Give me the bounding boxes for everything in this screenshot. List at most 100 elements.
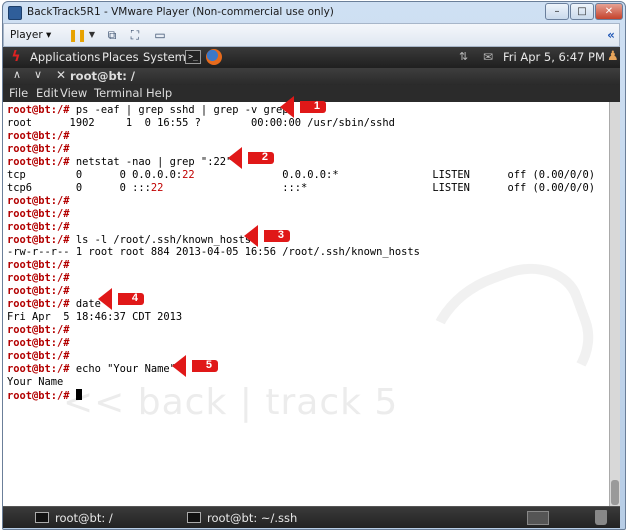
- annotation-number: 5: [205, 359, 212, 371]
- terminal-output-line: Your Name: [7, 375, 64, 388]
- annotation-arrow-2: 2: [228, 147, 274, 169]
- menu-file[interactable]: File: [9, 86, 28, 100]
- vmware-titlebar: BackTrack5R1 - VMware Player (Non-commer…: [3, 2, 625, 24]
- output-text: :::* LISTEN off (0.00/0/0): [163, 181, 596, 194]
- shell-command: ps -eaf | grep sshd | grep -v grep: [69, 104, 289, 116]
- menu-help[interactable]: Help: [146, 86, 172, 100]
- annotation-number: 1: [313, 100, 320, 112]
- terminal-prompt-line: root@bt:/#: [7, 272, 70, 285]
- port-number: 22: [150, 181, 164, 194]
- terminal-prompt-line: root@bt:/# netstat -nao | grep ":22": [7, 156, 232, 169]
- clock[interactable]: Fri Apr 5, 6:47 PM: [503, 50, 605, 64]
- text-cursor: [75, 388, 82, 400]
- shell-prompt: root@bt:/#: [7, 272, 70, 285]
- applications-menu[interactable]: Applications: [30, 50, 100, 64]
- terminal-prompt-line: root@bt:/#: [7, 259, 70, 272]
- window-title: BackTrack5R1 - VMware Player (Non-commer…: [27, 6, 334, 18]
- scrollbar-thumb[interactable]: [611, 480, 619, 505]
- terminal-icon: [187, 512, 201, 523]
- player-menu-button[interactable]: Player ▾: [10, 29, 51, 41]
- network-icon[interactable]: ⇅: [459, 50, 468, 63]
- arrow-head-icon: [98, 288, 112, 310]
- terminal-prompt-line: root@bt:/#: [7, 130, 70, 143]
- annotation-number: 4: [131, 292, 138, 304]
- vmware-app-icon: [8, 6, 22, 20]
- fullscreen-icon[interactable]: ⛶: [127, 28, 143, 42]
- devices-icon[interactable]: ⧉: [104, 28, 120, 42]
- shell-prompt: root@bt:/#: [7, 142, 70, 155]
- unity-icon[interactable]: ▭: [152, 28, 168, 42]
- menu-edit[interactable]: Edit: [36, 86, 58, 100]
- annotation-arrow-5: 5: [172, 355, 218, 377]
- shell-prompt: root@bt:/#: [7, 194, 70, 207]
- system-menu[interactable]: System: [143, 50, 186, 64]
- terminal-icon: [35, 512, 49, 523]
- chevron-up-icon[interactable]: ∧: [13, 68, 21, 81]
- terminal-launcher-icon[interactable]: >_: [185, 50, 201, 64]
- pause-icon[interactable]: ❚❚: [68, 28, 87, 42]
- menu-view[interactable]: View: [60, 86, 87, 100]
- shell-prompt: root@bt:/#: [7, 285, 70, 298]
- taskbar-item-terminal-root[interactable]: root@bt: /: [35, 510, 113, 526]
- bottom-taskbar: root@bt: / root@bt: ~/.ssh: [3, 506, 620, 528]
- shell-prompt: root@bt:/#: [7, 389, 70, 402]
- terminal-output-line: -rw-r--r-- 1 root root 884 2013-04-05 16…: [7, 246, 420, 259]
- terminal-titlebar: ∧ ∨ ✕ root@bt: /: [3, 68, 620, 85]
- arrow-head-icon: [172, 355, 186, 377]
- terminal-prompt-line: root@bt:/#: [7, 208, 70, 221]
- shell-prompt: root@bt:/#: [7, 233, 70, 246]
- terminal-prompt-line: root@bt:/#: [7, 388, 82, 402]
- shell-prompt: root@bt:/#: [7, 337, 70, 350]
- terminal-output-line: tcp6 0 0 :::22 :::* LISTEN off (0.00/0/0…: [7, 182, 595, 195]
- terminal-output-line: root 1902 1 0 16:55 ? 00:00:00 /usr/sbin…: [7, 116, 395, 129]
- terminal-prompt-line: root@bt:/# ps -eaf | grep sshd | grep -v…: [7, 104, 289, 117]
- terminal-prompt-line: root@bt:/#: [7, 337, 70, 350]
- annotation-number: 2: [261, 151, 268, 163]
- terminal-output[interactable]: << back | track 5 root@bt:/# ps -eaf | g…: [3, 102, 609, 506]
- arrow-head-icon: [228, 147, 242, 169]
- terminal-prompt-line: root@bt:/# echo "Your Name": [7, 363, 176, 376]
- annotation-arrow-3: 3: [244, 225, 290, 247]
- trash-icon[interactable]: [595, 510, 607, 525]
- terminal-prompt-line: root@bt:/#: [7, 195, 70, 208]
- workspace-switcher-icon[interactable]: [527, 511, 549, 525]
- firefox-icon[interactable]: [206, 49, 222, 65]
- shell-command: ls -l /root/.ssh/known_hosts: [69, 233, 251, 246]
- taskbar-item-label: root@bt: /: [55, 511, 113, 525]
- vmware-toolbar: Player ▾ ❚❚ ▼ ⧉ ⛶ ▭ «: [3, 23, 620, 47]
- shell-prompt: root@bt:/#: [7, 259, 70, 272]
- terminal-prompt-line: root@bt:/#: [7, 324, 70, 337]
- terminal-prompt-line: root@bt:/#: [7, 221, 70, 234]
- shell-command: echo "Your Name": [69, 363, 176, 375]
- collapse-toolbar-icon[interactable]: «: [603, 28, 619, 42]
- shell-prompt: root@bt:/#: [7, 350, 70, 363]
- terminal-prompt-line: root@bt:/#: [7, 143, 70, 156]
- shell-command: date: [69, 298, 101, 311]
- chevron-down-icon[interactable]: ▼: [84, 28, 100, 42]
- close-button[interactable]: ✕: [595, 3, 623, 20]
- places-menu[interactable]: Places: [102, 50, 139, 64]
- chevron-down-icon[interactable]: ∨: [34, 68, 42, 81]
- close-icon[interactable]: ✕: [56, 68, 66, 82]
- backtrack-watermark: << back | track 5: [63, 382, 399, 423]
- shell-prompt: root@bt:/#: [7, 155, 70, 168]
- arrow-head-icon: [244, 225, 258, 247]
- terminal-prompt-line: root@bt:/#: [7, 285, 70, 298]
- output-text: 0.0.0.0:* LISTEN off (0.00/0/0): [194, 168, 596, 181]
- taskbar-item-terminal-ssh[interactable]: root@bt: ~/.ssh: [187, 510, 297, 526]
- shell-command: netstat -nao | grep ":22": [69, 155, 233, 168]
- terminal-title: root@bt: /: [70, 69, 136, 83]
- menu-terminal[interactable]: Terminal: [94, 86, 143, 100]
- terminal-scrollbar[interactable]: [609, 102, 620, 506]
- output-text: tcp 0 0 0.0.0.0:: [7, 168, 183, 181]
- mail-icon[interactable]: ✉: [483, 50, 493, 64]
- terminal-output-line: Fri Apr 5 18:46:37 CDT 2013: [7, 311, 183, 324]
- gnome-top-panel: ϟ Applications Places System >_ ⇅ ✉ Fri …: [3, 47, 620, 68]
- annotation-number: 3: [277, 229, 284, 241]
- minimize-button[interactable]: –: [545, 3, 569, 20]
- user-icon[interactable]: ♟: [607, 49, 620, 65]
- backtrack-logo-icon[interactable]: ϟ: [7, 49, 25, 66]
- port-number: 22: [182, 168, 195, 181]
- terminal-prompt-line: root@bt:/# ls -l /root/.ssh/known_hosts: [7, 234, 251, 247]
- maximize-button[interactable]: □: [570, 3, 594, 20]
